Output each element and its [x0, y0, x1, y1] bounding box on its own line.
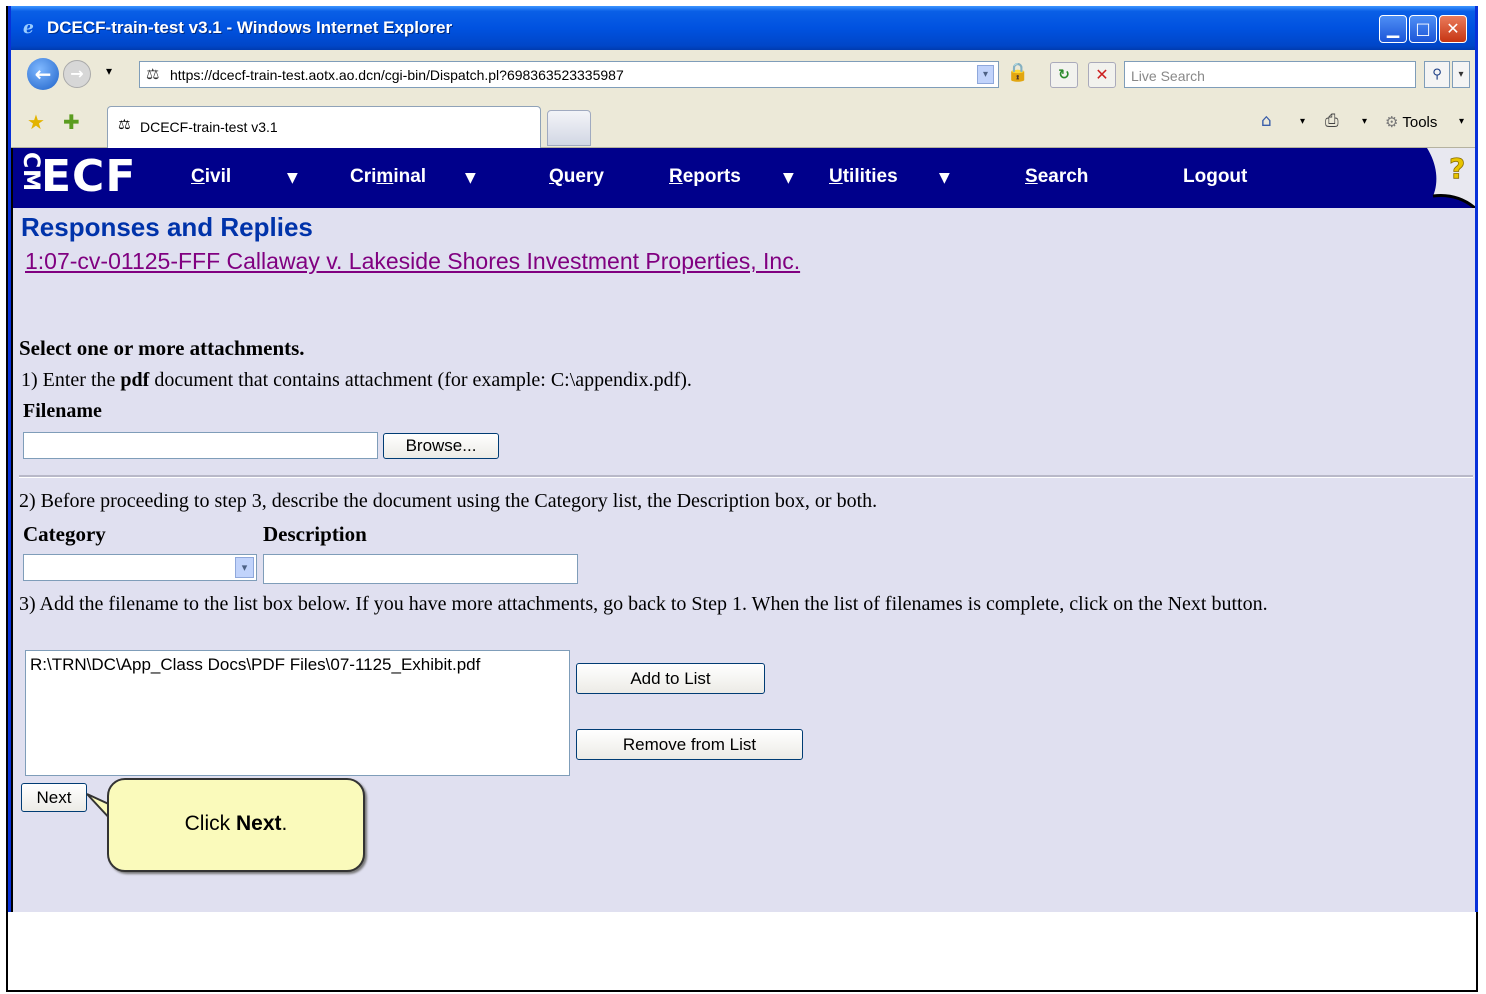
maximize-button[interactable]: □ [1409, 15, 1437, 43]
filename-label: Filename [23, 400, 102, 422]
step2-instructions: 2) Before proceeding to step 3, describe… [19, 490, 878, 512]
utilities-dropdown-icon[interactable]: ▼ [939, 170, 950, 186]
filename-input[interactable] [23, 432, 378, 459]
menu-logout[interactable]: Logout [1183, 166, 1247, 188]
address-dropdown-icon[interactable]: ▾ [977, 65, 994, 84]
favorites-star-icon[interactable]: ★ [27, 110, 45, 134]
browser-window: ℯ DCECF-train-test v3.1 - Windows Intern… [8, 6, 1478, 912]
menu-utilities[interactable]: Utilities [829, 166, 898, 188]
next-button[interactable]: Next [21, 783, 87, 812]
step1-instructions: 1) Enter the pdf document that contains … [21, 369, 692, 391]
description-label: Description [263, 522, 367, 546]
minimize-button[interactable]: ▁ [1379, 15, 1407, 43]
menu-search[interactable]: Search [1025, 166, 1088, 188]
ie-logo-icon: ℯ [23, 18, 34, 38]
case-link[interactable]: 1:07-cv-01125-FFF Callaway v. Lakeside S… [25, 248, 800, 275]
tab-dcecf[interactable]: ⚖ DCECF-train-test v3.1 [107, 106, 541, 148]
window-title: DCECF-train-test v3.1 - Windows Internet… [47, 18, 453, 37]
civil-dropdown-icon[interactable]: ▼ [287, 170, 298, 186]
browse-button[interactable]: Browse... [383, 433, 499, 459]
divider [19, 475, 1473, 478]
page-content: CMECF Civil ▼ Criminal ▼ Query Reports ▼… [11, 148, 1475, 912]
recent-pages-dropdown-icon[interactable]: ▾ [106, 64, 112, 78]
home-dropdown-icon[interactable]: ▾ [1300, 116, 1305, 127]
site-icon: ⚖ [118, 117, 131, 133]
tools-menu[interactable]: ⚙ Tools [1385, 113, 1437, 131]
remove-from-list-button[interactable]: Remove from List [576, 729, 803, 760]
list-item[interactable]: R:\TRN\DC\App_Class Docs\PDF Files\07-11… [30, 655, 480, 675]
menu-reports[interactable]: Reports [669, 166, 741, 188]
print-icon[interactable]: ⎙ [1325, 111, 1339, 131]
add-to-list-button[interactable]: Add to List [576, 663, 765, 694]
search-icon[interactable]: ⚲ [1424, 61, 1450, 88]
tools-label: Tools [1402, 114, 1438, 131]
category-select[interactable]: ▾ [23, 554, 257, 581]
back-button[interactable]: ← [27, 58, 59, 90]
description-input[interactable] [263, 554, 578, 584]
search-input[interactable] [1129, 63, 1403, 88]
address-bar[interactable]: ⚖ https://dcecf-train-test.aotx.ao.dcn/c… [139, 61, 999, 88]
category-label: Category [23, 522, 106, 546]
criminal-dropdown-icon[interactable]: ▼ [465, 170, 476, 186]
step3-instructions: 3) Add the filename to the list box belo… [19, 593, 1268, 615]
menu-query[interactable]: Query [549, 166, 604, 188]
add-favorite-icon[interactable]: ✚ [63, 110, 80, 134]
tab-toolbar: ★ ✚ ⚖ DCECF-train-test v3.1 ⌂ ▾ ⎙ ▾ ⚙ To… [11, 102, 1475, 148]
select-attachments-heading: Select one or more attachments. [19, 336, 305, 360]
help-icon[interactable]: ? [1419, 148, 1475, 208]
ecf-logo-text: ECF [41, 151, 137, 202]
menu-civil[interactable]: Civil [191, 166, 231, 188]
search-options-dropdown-icon[interactable]: ▾ [1452, 61, 1470, 88]
forward-button[interactable]: → [63, 60, 91, 88]
page-title: Responses and Replies [21, 212, 313, 242]
home-icon[interactable]: ⌂ [1261, 111, 1272, 131]
svg-text:?: ? [1449, 152, 1465, 185]
menu-criminal[interactable]: Criminal [350, 166, 426, 188]
tools-dropdown-icon[interactable]: ▾ [1459, 116, 1464, 127]
gear-icon: ⚙ [1385, 114, 1399, 131]
chevron-down-icon[interactable]: ▾ [235, 557, 254, 578]
lock-icon[interactable]: 🔒 [1005, 62, 1031, 88]
stop-button[interactable]: ✕ [1088, 62, 1116, 88]
ecf-logo: CMECF [18, 151, 137, 202]
refresh-button[interactable]: ↻ [1050, 62, 1078, 88]
reports-dropdown-icon[interactable]: ▼ [783, 170, 794, 186]
site-icon: ⚖ [146, 65, 160, 83]
cm-logo-mark: CM [18, 152, 43, 193]
attachment-list-box[interactable]: R:\TRN\DC\App_Class Docs\PDF Files\07-11… [25, 650, 570, 776]
address-toolbar: ← → ▾ ⚖ https://dcecf-train-test.aotx.ao… [11, 50, 1475, 102]
new-tab-button[interactable] [547, 110, 591, 146]
url-text[interactable]: https://dcecf-train-test.aotx.ao.dcn/cgi… [170, 67, 624, 83]
title-bar: ℯ DCECF-train-test v3.1 - Windows Intern… [11, 6, 1475, 50]
live-search-box[interactable] [1124, 61, 1416, 88]
callout-text: Click Next. [184, 812, 288, 835]
ecf-menu-bar: CMECF Civil ▼ Criminal ▼ Query Reports ▼… [13, 148, 1475, 208]
tab-label: DCECF-train-test v3.1 [140, 119, 278, 135]
print-dropdown-icon[interactable]: ▾ [1362, 116, 1367, 127]
close-button[interactable]: ✕ [1439, 15, 1467, 43]
instruction-callout: Click Next. [107, 778, 365, 872]
